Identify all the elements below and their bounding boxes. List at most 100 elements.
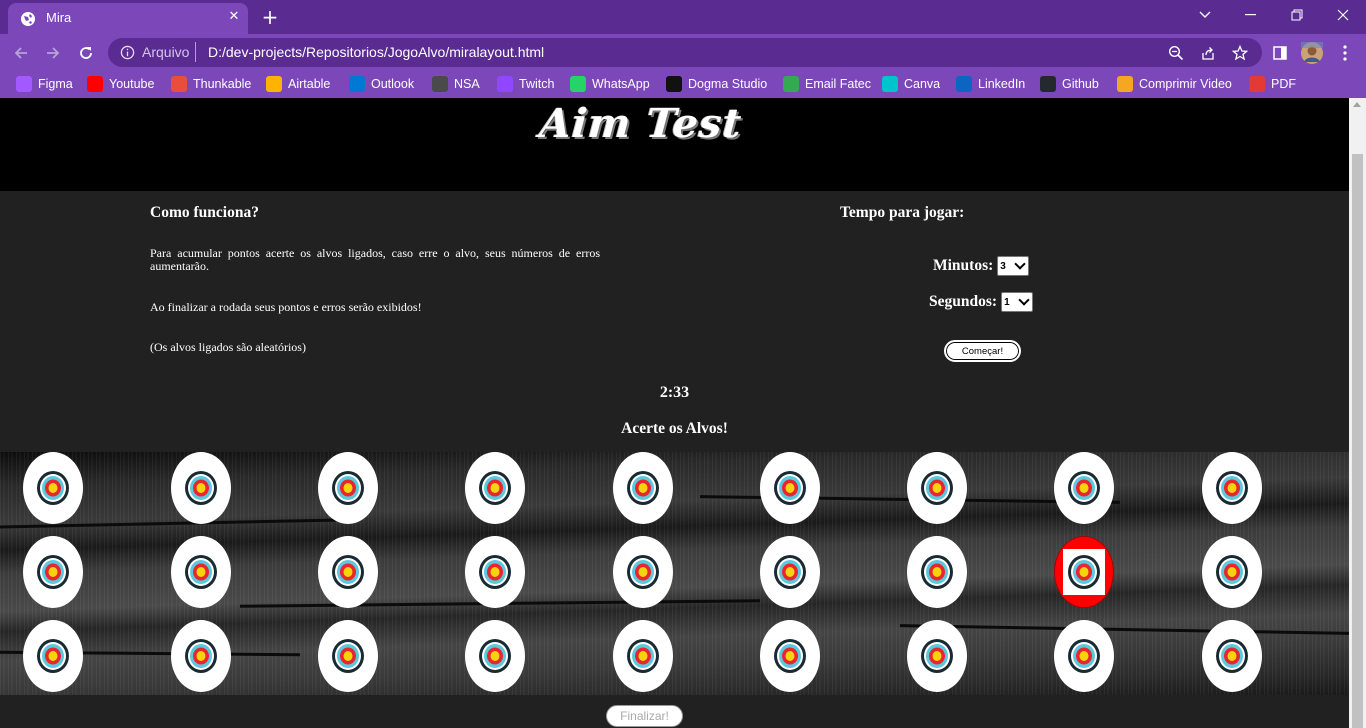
bookmark-nsa[interactable]: NSA xyxy=(432,75,480,93)
linkedin-icon xyxy=(956,76,972,92)
new-tab-icon[interactable]: + xyxy=(258,5,282,29)
page-scrollbar[interactable] xyxy=(1349,98,1366,728)
bookmark-whatsapp[interactable]: WhatsApp xyxy=(570,75,650,93)
bookmark-pdf[interactable]: PDF xyxy=(1249,75,1296,93)
target[interactable] xyxy=(171,452,231,524)
time-to-play-title: Tempo para jogar: xyxy=(840,204,965,221)
bookmark-github[interactable]: Github xyxy=(1040,75,1099,93)
nsa-icon xyxy=(432,76,448,92)
back-icon[interactable] xyxy=(8,40,34,66)
target[interactable] xyxy=(23,452,83,524)
bookmark-label: Thunkable xyxy=(193,77,252,91)
bookmark-label: PDF xyxy=(1271,77,1296,91)
figma-icon xyxy=(16,76,32,92)
end-round-paragraph: Ao finalizar a rodada seus pontos e erro… xyxy=(150,300,422,314)
target[interactable] xyxy=(760,452,820,524)
minutes-label: Minutos: xyxy=(933,257,994,274)
target[interactable] xyxy=(23,620,83,692)
target[interactable] xyxy=(613,452,673,524)
minimize-icon[interactable] xyxy=(1228,0,1274,30)
target[interactable] xyxy=(171,536,231,608)
target[interactable] xyxy=(1202,620,1262,692)
seconds-label: Segundos: xyxy=(929,293,998,310)
minutes-select[interactable]: 3 xyxy=(997,256,1030,276)
target[interactable] xyxy=(318,452,378,524)
start-button[interactable]: Começar! xyxy=(944,340,1021,362)
bookmark-label: Dogma Studio xyxy=(688,77,768,91)
pdf-icon xyxy=(1249,76,1265,92)
target[interactable] xyxy=(1054,620,1114,692)
bookmark-label: Figma xyxy=(38,77,73,91)
target[interactable] xyxy=(613,620,673,692)
bookmark-star-icon[interactable] xyxy=(1230,43,1250,63)
share-icon[interactable] xyxy=(1198,43,1218,63)
target[interactable] xyxy=(318,620,378,692)
random-targets-note: (Os alvos ligados são aleatórios) xyxy=(150,340,306,354)
tab-search-icon[interactable] xyxy=(1182,0,1228,30)
forward-icon[interactable] xyxy=(40,40,66,66)
address-bar[interactable]: Arquivo D:/dev-projects/Repositorios/Jog… xyxy=(108,38,1262,67)
bookmark-dogma-studio[interactable]: Dogma Studio xyxy=(666,75,767,93)
target[interactable] xyxy=(465,452,525,524)
browser-tab[interactable]: Mira ✕ xyxy=(8,3,248,34)
seconds-select[interactable]: 1 xyxy=(1001,292,1034,312)
bookmark-label: Airtable xyxy=(288,77,331,91)
outlook-icon xyxy=(349,76,365,92)
bookmark-thunkable[interactable]: Thunkable xyxy=(171,75,251,93)
target[interactable] xyxy=(1202,452,1262,524)
reload-icon[interactable] xyxy=(73,40,99,66)
zoom-icon[interactable] xyxy=(1166,43,1186,63)
bookmark-comprimir-video[interactable]: Comprimir Video xyxy=(1117,75,1232,93)
target[interactable] xyxy=(465,620,525,692)
target[interactable] xyxy=(907,620,967,692)
target[interactable] xyxy=(613,536,673,608)
restore-icon[interactable] xyxy=(1274,0,1320,30)
bookmark-label: Youtube xyxy=(109,77,155,91)
close-window-icon[interactable] xyxy=(1320,0,1366,30)
target[interactable] xyxy=(1202,536,1262,608)
bookmark-label: Github xyxy=(1062,77,1099,91)
target[interactable] xyxy=(760,620,820,692)
bookmark-linkedin[interactable]: LinkedIn xyxy=(956,75,1025,93)
tab-title: Mira xyxy=(46,10,72,25)
target[interactable] xyxy=(318,536,378,608)
youtube-icon xyxy=(87,76,103,92)
url-text[interactable]: D:/dev-projects/Repositorios/JogoAlvo/mi… xyxy=(208,44,544,60)
info-icon[interactable] xyxy=(120,45,135,64)
target[interactable] xyxy=(465,536,525,608)
target[interactable] xyxy=(23,536,83,608)
page-viewport: Aim Test Como funciona? Para acumular po… xyxy=(0,98,1349,728)
active-target[interactable] xyxy=(1054,536,1114,608)
twitch-icon xyxy=(497,76,513,92)
bookmark-label: LinkedIn xyxy=(978,77,1026,91)
how-it-works-title: Como funciona? xyxy=(150,204,259,221)
hit-targets-title: Acerte os Alvos! xyxy=(621,420,728,437)
email-fatec-icon xyxy=(783,76,799,92)
scrollbar-thumb[interactable] xyxy=(1352,154,1363,728)
bookmark-youtube[interactable]: Youtube xyxy=(87,75,154,93)
target[interactable] xyxy=(171,620,231,692)
site-header: Aim Test xyxy=(0,98,1349,191)
target[interactable] xyxy=(907,536,967,608)
menu-icon[interactable] xyxy=(1332,40,1358,66)
chevron-down-icon xyxy=(1018,294,1030,306)
finish-button[interactable]: Finalizar! xyxy=(606,705,683,727)
instructions-paragraph: Para acumular pontos acerte os alvos lig… xyxy=(150,246,600,273)
bookmark-email-fatec[interactable]: Email Fatec xyxy=(783,75,871,93)
bookmark-twitch[interactable]: Twitch xyxy=(497,75,554,93)
bookmark-label: NSA xyxy=(454,77,480,91)
bookmark-label: WhatsApp xyxy=(592,77,650,91)
profile-avatar[interactable] xyxy=(1299,40,1325,66)
target[interactable] xyxy=(760,536,820,608)
bookmark-label: Outlook xyxy=(371,77,415,91)
target[interactable] xyxy=(1054,452,1114,524)
bookmark-airtable[interactable]: Airtable xyxy=(266,75,330,93)
bookmark-label: Email Fatec xyxy=(805,77,871,91)
close-tab-icon[interactable]: ✕ xyxy=(224,7,244,27)
target[interactable] xyxy=(907,452,967,524)
scroll-up-icon[interactable] xyxy=(1353,102,1361,107)
bookmark-canva[interactable]: Canva xyxy=(882,75,940,93)
bookmark-outlook[interactable]: Outlook xyxy=(349,75,414,93)
bookmark-figma[interactable]: Figma xyxy=(16,75,73,93)
side-panel-icon[interactable] xyxy=(1267,40,1293,66)
